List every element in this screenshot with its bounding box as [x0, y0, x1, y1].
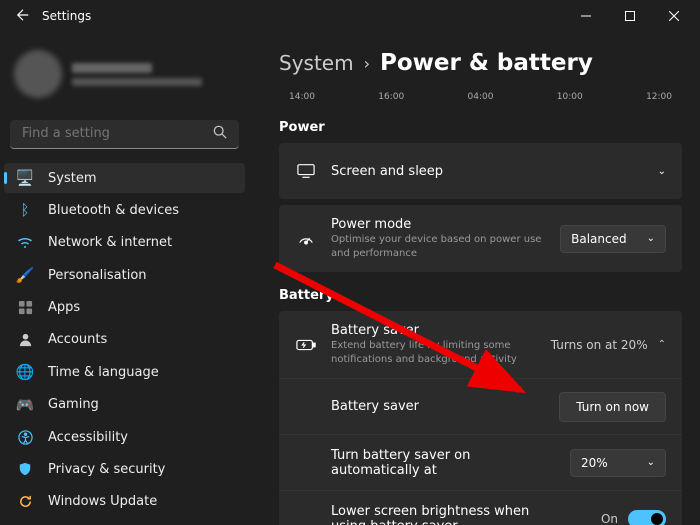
chevron-down-icon: ⌄: [647, 233, 655, 244]
sidebar: 🖥️System ᛒBluetooth & devices Network & …: [0, 32, 255, 525]
screen-sleep-card[interactable]: Screen and sleep ⌄: [279, 143, 682, 199]
person-icon: [16, 332, 34, 347]
search-input[interactable]: [10, 120, 239, 149]
accessibility-icon: [16, 430, 34, 445]
auto-threshold-row: Turn battery saver on automatically at 2…: [279, 434, 682, 490]
sidebar-item-accessibility[interactable]: Accessibility: [4, 422, 245, 452]
profile-card[interactable]: [4, 40, 245, 114]
section-power: Power: [279, 120, 682, 135]
gaming-icon: 🎮: [16, 396, 34, 414]
maximize-button[interactable]: [608, 0, 652, 32]
chevron-right-icon: ›: [364, 54, 370, 73]
system-icon: 🖥️: [16, 169, 34, 187]
shield-icon: [16, 462, 34, 476]
brightness-row: Lower screen brightness when using batte…: [279, 490, 682, 525]
chart-ticks: 14:0016:0004:0010:0012:00: [279, 92, 682, 116]
chevron-down-icon: ⌄: [658, 166, 666, 177]
sidebar-item-accounts[interactable]: Accounts: [4, 325, 245, 355]
main-panel: System › Power & battery 14:0016:0004:00…: [255, 32, 700, 525]
apps-icon: [16, 300, 34, 315]
auto-threshold-dropdown[interactable]: 20%⌄: [570, 449, 666, 477]
power-mode-card[interactable]: Power mode Optimise your device based on…: [279, 205, 682, 272]
update-icon: [16, 494, 34, 509]
sidebar-item-privacy[interactable]: Privacy & security: [4, 454, 245, 484]
brush-icon: 🖌️: [16, 266, 34, 284]
brightness-toggle[interactable]: [628, 510, 666, 525]
sidebar-item-apps[interactable]: Apps: [4, 292, 245, 322]
search-icon: [213, 125, 227, 143]
battery-saver-card: Battery saver Extend battery life by lim…: [279, 311, 682, 525]
battery-saver-header[interactable]: Battery saver Extend battery life by lim…: [279, 311, 682, 378]
sidebar-item-update[interactable]: Windows Update: [4, 487, 245, 517]
back-icon[interactable]: [16, 7, 30, 26]
minimize-button[interactable]: [564, 0, 608, 32]
gauge-icon: [295, 230, 317, 248]
sidebar-item-system[interactable]: 🖥️System: [4, 163, 245, 193]
battery-icon: [295, 338, 317, 352]
bluetooth-icon: ᛒ: [16, 201, 34, 219]
power-mode-dropdown[interactable]: Balanced⌄: [560, 225, 666, 253]
sidebar-item-network[interactable]: Network & internet: [4, 228, 245, 258]
toggle-state-label: On: [601, 512, 618, 525]
status-text: Turns on at 20%: [551, 338, 648, 352]
sidebar-item-time[interactable]: 🌐Time & language: [4, 357, 245, 387]
sidebar-item-personalisation[interactable]: 🖌️Personalisation: [4, 260, 245, 290]
wifi-icon: [16, 235, 34, 251]
window-title: Settings: [42, 9, 91, 23]
screen-icon: [295, 162, 317, 180]
chevron-up-icon: ⌃: [658, 339, 666, 350]
chevron-down-icon: ⌄: [647, 457, 655, 468]
breadcrumb: System › Power & battery: [279, 50, 682, 76]
close-button[interactable]: [652, 0, 696, 32]
breadcrumb-parent[interactable]: System: [279, 51, 354, 75]
avatar: [14, 50, 62, 98]
globe-icon: 🌐: [16, 363, 34, 381]
sidebar-item-bluetooth[interactable]: ᛒBluetooth & devices: [4, 195, 245, 225]
sidebar-item-gaming[interactable]: 🎮Gaming: [4, 389, 245, 419]
turn-on-now-button[interactable]: Turn on now: [559, 392, 666, 422]
page-title: Power & battery: [380, 50, 593, 76]
battery-saver-toggle-row: Battery saver Turn on now: [279, 378, 682, 434]
section-battery: Battery: [279, 288, 682, 303]
titlebar: Settings: [0, 0, 700, 32]
